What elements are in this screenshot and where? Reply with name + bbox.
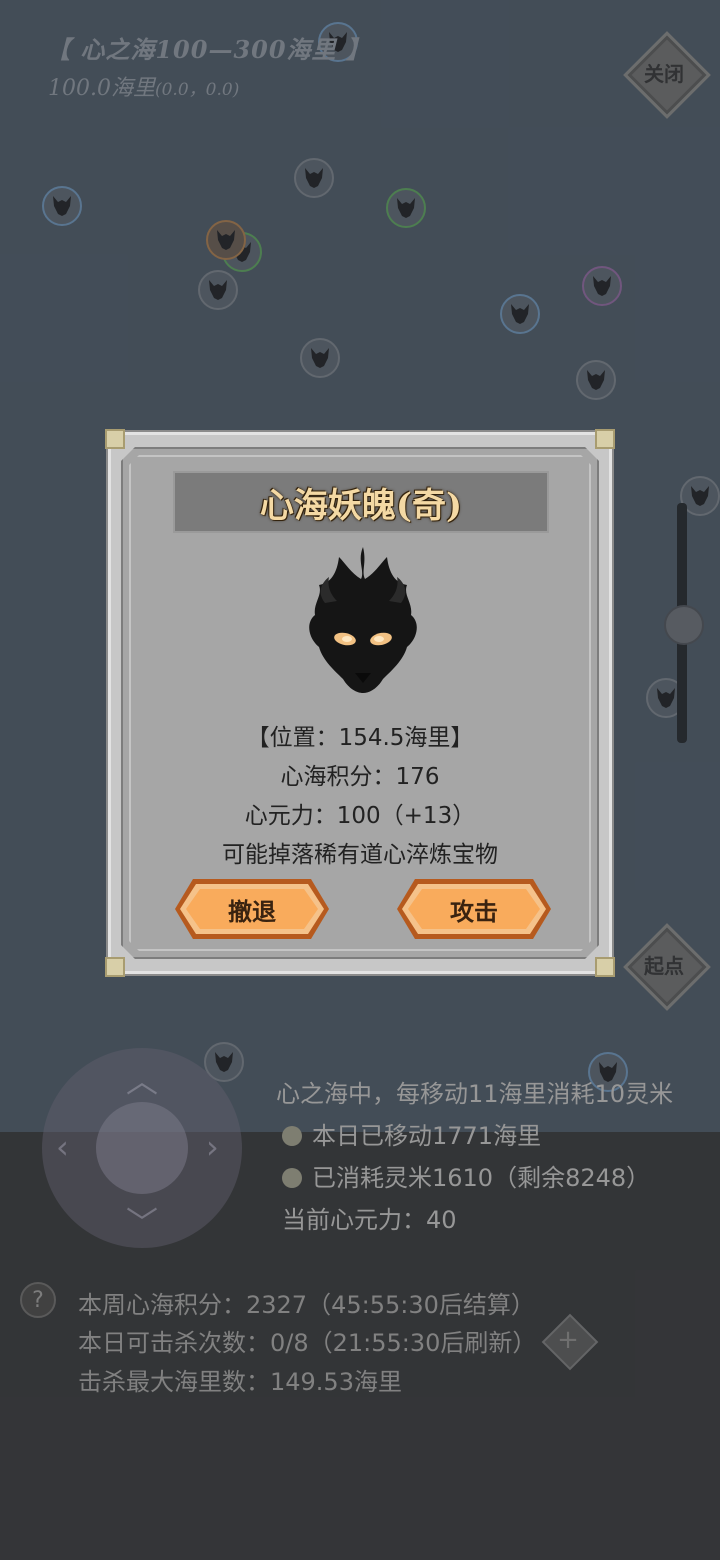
dialog-title: 心海妖魄(奇) [259, 485, 463, 526]
corner-ornament-icon [105, 957, 125, 977]
monster-position: 【位置：154.5海里】 [246, 725, 474, 751]
monster-drop: 可能掉落稀有道心淬炼宝物 [222, 842, 498, 868]
corner-ornament-icon [595, 429, 615, 449]
corner-ornament-icon [595, 957, 615, 977]
attack-button-label: 攻击 [450, 896, 498, 926]
dialog-title-bar: 心海妖魄(奇) [173, 471, 549, 533]
monster-score: 心海积分：176 [280, 764, 440, 790]
corner-ornament-icon [105, 429, 125, 449]
monster-power: 心元力：100（+13） [244, 803, 476, 829]
retreat-button-label: 撤退 [228, 896, 276, 926]
attack-button[interactable]: 攻击 [397, 879, 551, 939]
monster-dialog: 心海妖魄(奇) 【位置：154.5海里】 心海积分：176 心元力：100（+1… [105, 429, 615, 977]
retreat-button[interactable]: 撤退 [175, 879, 329, 939]
wolf-spirit-icon [309, 547, 417, 693]
